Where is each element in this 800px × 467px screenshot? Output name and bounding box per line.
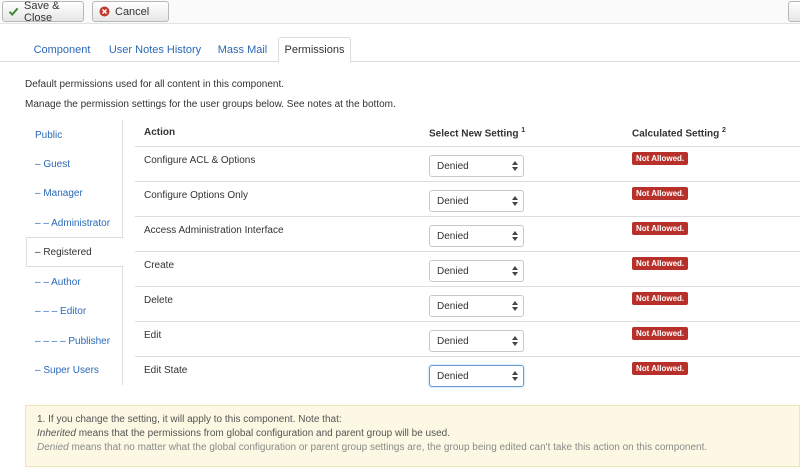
note-line: Inherited means that the permissions fro… <box>37 428 451 439</box>
updown-arrow-icon <box>512 371 518 381</box>
cancel-button[interactable]: Cancel <box>92 1 169 22</box>
setting-select[interactable]: Denied <box>429 330 524 352</box>
tab-permissions[interactable]: Permissions <box>278 37 351 63</box>
note-line: Denied means that no matter what the glo… <box>37 442 708 453</box>
action-label: Delete <box>144 295 173 306</box>
action-label: Edit <box>144 330 162 341</box>
status-badge: Not Allowed. <box>632 222 689 235</box>
setting-select[interactable]: Denied <box>429 155 524 177</box>
permissions-description: Default permissions used for all content… <box>25 79 285 90</box>
setting-select[interactable]: Denied <box>429 295 524 317</box>
table-row: Delete Denied Not Allowed. <box>135 286 800 321</box>
table-header: Action Select New Setting 1 Calculated S… <box>135 120 800 146</box>
column-select-new-setting: Select New Setting 1 <box>429 127 526 140</box>
table-row: Edit State Denied Not Allowed. <box>135 356 800 391</box>
table-row: Access Administration Interface Denied N… <box>135 216 800 251</box>
table-row: Create Denied Not Allowed. <box>135 251 800 286</box>
toolbar-overflow-button[interactable] <box>788 1 800 22</box>
save-close-button[interactable]: Save & Close <box>2 0 84 24</box>
column-calculated-setting: Calculated Setting 2 <box>632 127 726 140</box>
updown-arrow-icon <box>512 336 518 346</box>
permissions-notes: 1. If you change the setting, it will ap… <box>25 405 800 467</box>
table-row: Configure Options Only Denied Not Allowe… <box>135 181 800 216</box>
checkmark-icon <box>8 6 19 18</box>
status-badge: Not Allowed. <box>632 327 689 340</box>
group-public[interactable]: Public <box>26 120 123 150</box>
table-row: Configure ACL & Options Denied Not Allow… <box>135 146 800 181</box>
group-author[interactable]: – – Author <box>26 267 123 297</box>
column-action: Action <box>144 127 176 138</box>
setting-select[interactable]: Denied <box>429 260 524 282</box>
status-badge: Not Allowed. <box>632 292 689 305</box>
group-manager[interactable]: – Manager <box>26 178 123 208</box>
group-super-users[interactable]: – Super Users <box>26 355 123 385</box>
status-badge: Not Allowed. <box>632 152 689 165</box>
cancel-circle-icon <box>98 6 110 18</box>
action-label: Edit State <box>144 365 188 376</box>
toolbar: Save & Close Cancel <box>0 0 800 24</box>
user-group-list: Public – Guest – Manager – – Administrat… <box>26 120 124 390</box>
table-row: Edit Denied Not Allowed. <box>135 321 800 356</box>
status-badge: Not Allowed. <box>632 257 689 270</box>
group-editor[interactable]: – – – Editor <box>26 296 123 326</box>
setting-select[interactable]: Denied <box>429 190 524 212</box>
save-close-label: Save & Close <box>24 0 60 24</box>
action-label: Access Administration Interface <box>144 225 284 236</box>
tab-bar: Component User Notes History Mass Mail P… <box>0 37 800 63</box>
action-label: Create <box>144 260 175 271</box>
status-badge: Not Allowed. <box>632 187 689 200</box>
group-publisher[interactable]: – – – – Publisher <box>26 326 123 356</box>
group-guest[interactable]: – Guest <box>26 149 123 179</box>
status-badge: Not Allowed. <box>632 362 689 375</box>
updown-arrow-icon <box>512 196 518 206</box>
action-label: Configure ACL & Options <box>144 155 256 166</box>
updown-arrow-icon <box>512 161 518 171</box>
cancel-label: Cancel <box>115 5 150 18</box>
updown-arrow-icon <box>512 231 518 241</box>
footnote-marker: 2 <box>722 127 726 134</box>
note-line: 1. If you change the setting, it will ap… <box>37 414 342 425</box>
updown-arrow-icon <box>512 266 518 276</box>
tab-component[interactable]: Component <box>25 37 99 62</box>
setting-select[interactable]: Denied <box>429 365 524 387</box>
group-administrator[interactable]: – – Administrator <box>26 208 123 238</box>
tab-mass-mail[interactable]: Mass Mail <box>210 37 275 62</box>
updown-arrow-icon <box>512 301 518 311</box>
group-registered[interactable]: – Registered <box>26 237 124 267</box>
action-label: Configure Options Only <box>144 190 248 201</box>
tab-user-notes-history[interactable]: User Notes History <box>101 37 209 62</box>
permissions-instructions: Manage the permission settings for the u… <box>25 99 396 110</box>
footnote-marker: 1 <box>521 127 526 134</box>
setting-select[interactable]: Denied <box>429 225 524 247</box>
